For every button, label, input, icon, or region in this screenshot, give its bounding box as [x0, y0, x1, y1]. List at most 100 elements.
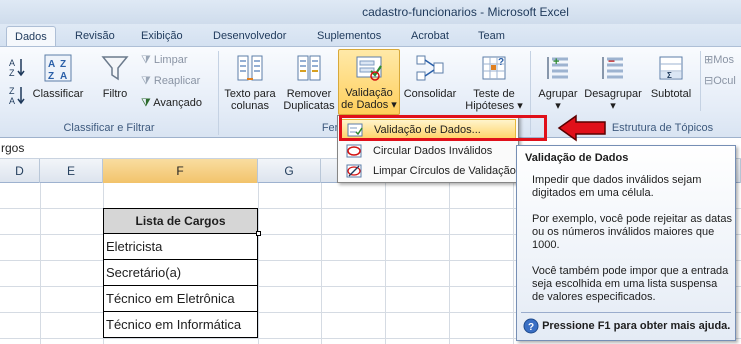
reapply-label: Reaplicar — [153, 75, 201, 87]
ungroup-button[interactable]: − Desagrupar ▾ — [583, 53, 643, 112]
list-header-cell[interactable]: Lista de Cargos — [103, 208, 258, 234]
clear-filter-button[interactable]: ⧩ Limpar — [141, 51, 188, 69]
menu-item-label: Limpar Círculos de Validação — [373, 165, 516, 177]
clear-filter-icon: ⧩ — [141, 54, 151, 66]
advanced-filter-icon: ⧩ — [141, 97, 151, 109]
sort-za-icon: ZA — [9, 86, 25, 106]
sort-za-button[interactable]: ZA — [8, 85, 28, 107]
what-if-analysis-icon: ? — [482, 56, 506, 80]
tooltip-divider — [521, 312, 731, 313]
clear-circles-icon — [346, 164, 362, 178]
svg-text:Σ: Σ — [667, 71, 672, 80]
ungroup-label: Desagrupar ▾ — [584, 88, 642, 112]
list-cell[interactable]: Secretário(a) — [103, 260, 258, 286]
tab-exibicao[interactable]: Exibição — [141, 26, 183, 46]
data-validation-tooltip: Validação de Dados Impedir que dados inv… — [516, 145, 736, 341]
sort-dialog-icon: A ZZ A — [44, 54, 72, 82]
svg-text:A: A — [48, 59, 55, 70]
hide-detail-label: Ocul — [713, 75, 736, 87]
reapply-icon: ⧩ — [141, 75, 151, 87]
svg-text:A: A — [60, 71, 67, 82]
ungroup-rows-icon: − — [602, 54, 623, 79]
consolidate-icon — [416, 55, 444, 81]
show-detail-button[interactable]: ⊞Mos — [704, 51, 741, 69]
name-box[interactable]: rgos — [0, 138, 24, 158]
list-cell[interactable]: Técnico em Eletrônica — [103, 286, 258, 312]
column-header-e[interactable]: E — [40, 159, 103, 183]
circle-invalid-icon — [346, 144, 362, 158]
advanced-label: Avançado — [153, 97, 202, 109]
highlight-annotation-box — [339, 115, 547, 141]
data-validation-label: Validação de Dados ▾ — [341, 87, 397, 111]
sort-az-icon: AZ — [9, 58, 25, 78]
subtotal-button[interactable]: Σ Subtotal — [646, 53, 696, 100]
filter-label: Filtro — [102, 88, 128, 100]
subtotal-icon: Σ — [659, 56, 683, 80]
clear-label: Limpar — [153, 54, 188, 66]
group-label-data-tools: Ferr — [321, 122, 342, 134]
group-button[interactable]: + Agrupar ▾ — [534, 53, 582, 112]
reapply-button[interactable]: ⧩ Reaplicar — [141, 72, 200, 90]
tab-acrobat[interactable]: Acrobat — [411, 26, 449, 46]
sort-button[interactable]: AZZA Classificar — [30, 53, 86, 100]
sort-label: Classificar — [32, 88, 84, 100]
remove-duplicates-icon — [297, 55, 321, 81]
advanced-filter-button[interactable]: ⧩ Avançado — [141, 94, 202, 112]
consolidate-label: Consolidar — [403, 88, 457, 100]
svg-text:A: A — [9, 58, 15, 68]
list-cell[interactable]: Técnico em Informática — [103, 312, 258, 338]
list-cell[interactable]: Eletricista — [103, 234, 258, 260]
hide-detail-button[interactable]: ⊟Ocul — [704, 72, 741, 90]
filter-button[interactable]: Filtro — [96, 53, 134, 100]
red-arrow-icon — [557, 114, 606, 142]
group-label-sort-filter: Classificar e Filtrar — [63, 122, 155, 134]
tooltip-text: Impedir que dados inválidos sejam digita… — [532, 174, 702, 199]
group-separator — [218, 51, 219, 135]
hide-detail-icon: ⊟ — [704, 75, 714, 87]
column-header-d[interactable]: D — [0, 159, 40, 183]
tab-dados[interactable]: Dados — [6, 26, 56, 46]
data-validation-button[interactable]: Validação de Dados ▾ — [338, 49, 400, 115]
menu-item-clear-circles[interactable]: Limpar Círculos de Validação — [340, 161, 516, 181]
svg-text:A: A — [9, 96, 15, 105]
consolidate-button[interactable]: Consolidar — [402, 53, 458, 100]
remove-duplicates-button[interactable]: Remover Duplicatas — [281, 53, 337, 112]
filter-funnel-icon — [101, 56, 129, 81]
group-separator-3 — [700, 51, 701, 111]
ribbon-tab-strip: Dados Revisão Exibição Desenvolvedor Sup… — [0, 24, 741, 46]
text-to-columns-icon — [237, 55, 263, 81]
subtotal-label: Subtotal — [650, 88, 692, 100]
what-if-analysis-label: Teste de Hipóteses ▾ — [465, 88, 523, 112]
tooltip-text: Você também pode impor que a entrada sej… — [532, 265, 729, 303]
text-to-columns-button[interactable]: Texto para colunas — [222, 53, 278, 112]
svg-text:Z: Z — [9, 86, 15, 96]
remove-duplicates-label: Remover Duplicatas — [283, 88, 335, 112]
tab-team[interactable]: Team — [478, 26, 505, 46]
sort-az-button[interactable]: AZ — [8, 57, 28, 79]
show-detail-icon: ⊞ — [704, 54, 714, 66]
tooltip-footer-label: Pressione F1 para obter mais ajuda. — [542, 320, 731, 332]
tab-revisao[interactable]: Revisão — [75, 26, 115, 46]
svg-text:?: ? — [498, 57, 504, 68]
svg-text:Z: Z — [60, 59, 66, 70]
svg-text:−: − — [608, 54, 615, 68]
menu-item-circle-invalid[interactable]: Circular Dados Inválidos — [340, 141, 516, 161]
window-title: cadastro-funcionarios - Microsoft Excel — [362, 5, 569, 19]
help-icon: ? — [523, 318, 539, 334]
group-rows-icon: + — [547, 56, 568, 79]
tab-suplementos[interactable]: Suplementos — [317, 26, 381, 46]
svg-text:+: + — [553, 56, 559, 68]
svg-text:Z: Z — [9, 68, 15, 77]
group-label: Agrupar ▾ — [538, 88, 578, 112]
column-header-f[interactable]: F — [103, 159, 258, 183]
tab-desenvolvedor[interactable]: Desenvolvedor — [213, 26, 286, 46]
tooltip-title: Validação de Dados — [525, 152, 629, 164]
column-header-g[interactable]: G — [258, 159, 321, 183]
show-detail-label: Mos — [713, 54, 734, 66]
svg-text:?: ? — [528, 322, 534, 333]
what-if-analysis-button[interactable]: ? Teste de Hipóteses ▾ — [461, 53, 527, 112]
fill-handle[interactable] — [256, 231, 261, 236]
group-label-outline: Estrutura de Tópicos — [611, 122, 714, 134]
svg-text:Z: Z — [48, 71, 54, 82]
data-validation-icon — [356, 56, 382, 81]
